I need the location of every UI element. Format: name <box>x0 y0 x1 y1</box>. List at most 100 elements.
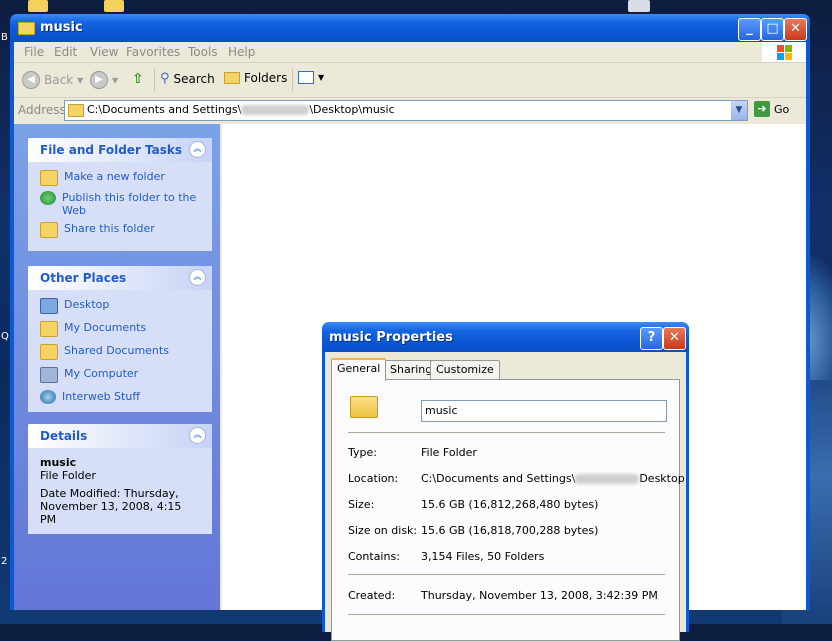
menu-edit[interactable]: Edit <box>54 45 77 59</box>
collapse-icon[interactable]: ︽ <box>189 141 206 158</box>
folders-button[interactable]: Folders <box>224 71 287 85</box>
details-panel: Details ︽ music File Folder Date Modifie… <box>28 424 212 534</box>
other-places-panel: Other Places ︽ Desktop My Documents Shar… <box>28 266 212 412</box>
folder-icon <box>350 396 378 418</box>
panel-header[interactable]: Details ︽ <box>28 424 212 448</box>
redacted-username <box>575 474 640 484</box>
redacted-username <box>241 105 310 115</box>
minimize-button[interactable]: _ <box>738 18 761 41</box>
my-documents-icon <box>40 321 58 337</box>
publish-folder-link[interactable]: Publish this folder to the Web <box>40 191 200 217</box>
go-arrow-icon: ➜ <box>754 101 770 117</box>
details-modified: Date Modified: Thursday, November 13, 20… <box>40 487 182 526</box>
dialog-title: music Properties <box>329 330 453 345</box>
row-label: Created: <box>348 589 396 602</box>
collapse-icon[interactable]: ︽ <box>189 269 206 286</box>
dialog-body: General Sharing Customize music Type: Fi… <box>325 352 686 641</box>
window-title: music <box>40 20 83 35</box>
address-path-prefix: C:\Documents and Settings\ <box>87 103 242 116</box>
place-my-computer[interactable]: My Computer <box>40 367 200 383</box>
panel-header[interactable]: File and Folder Tasks ︽ <box>28 138 212 162</box>
address-dropdown-button[interactable]: ▼ <box>731 101 747 120</box>
desktop-folder-icon[interactable] <box>104 0 124 12</box>
dropdown-arrow-icon: ▼ <box>318 73 325 82</box>
share-folder-icon <box>40 222 58 238</box>
address-path-suffix: \Desktop\music <box>309 103 395 116</box>
row-label: Size: <box>348 498 375 511</box>
dialog-titlebar[interactable]: music Properties ? ✕ <box>322 322 689 352</box>
folders-icon <box>224 72 240 84</box>
place-interweb-stuff[interactable]: Interweb Stuff <box>40 390 200 404</box>
row-label: Contains: <box>348 550 400 563</box>
collapse-icon[interactable]: ︽ <box>189 427 206 444</box>
search-icon: ⚲ <box>160 71 170 86</box>
new-folder-icon <box>40 170 58 186</box>
menu-help[interactable]: Help <box>228 45 255 59</box>
place-label: Shared Documents <box>64 344 169 357</box>
place-shared-documents[interactable]: Shared Documents <box>40 344 200 360</box>
my-computer-icon <box>40 367 58 383</box>
desktop-icon-label: 2 <box>1 556 8 567</box>
menu-bar: File Edit View Favorites Tools Help <box>14 42 806 63</box>
place-label: Desktop <box>64 298 110 311</box>
address-bar: Address C:\Documents and Settings\ \Deskt… <box>14 98 806 122</box>
panel-title: Details <box>40 429 88 443</box>
help-button[interactable]: ? <box>640 327 663 350</box>
general-tab-page: music Type: File Folder Location: C:\Doc… <box>331 379 685 641</box>
windows-logo-icon <box>762 42 806 62</box>
up-folder-button[interactable]: ⇧ <box>132 71 144 87</box>
dropdown-arrow-icon: ▼ <box>112 75 119 85</box>
search-button[interactable]: ⚲ Search <box>160 71 215 86</box>
task-label: Share this folder <box>64 222 155 235</box>
desktop-icon-label: B <box>1 32 8 43</box>
desktop-recycle-icon[interactable] <box>628 0 650 12</box>
task-pane: File and Folder Tasks ︽ Make a new folde… <box>14 124 220 610</box>
divider <box>348 432 665 433</box>
desktop-folder-icon[interactable] <box>28 0 48 12</box>
details-type: File Folder <box>40 469 96 482</box>
back-button[interactable]: ◀ Back ▼ <box>22 71 83 89</box>
tab-customize[interactable]: Customize <box>430 360 500 379</box>
row-value: 3,154 Files, 50 Folders <box>421 550 545 563</box>
menu-file[interactable]: File <box>24 45 44 59</box>
tab-general[interactable]: General <box>331 358 387 381</box>
folder-name-input[interactable]: music <box>421 400 667 422</box>
properties-dialog: music Properties ? ✕ General Sharing Cus… <box>322 322 689 641</box>
up-folder-icon: ⇧ <box>132 71 144 87</box>
shared-documents-icon <box>40 344 58 360</box>
menu-tools[interactable]: Tools <box>188 45 218 59</box>
menu-favorites[interactable]: Favorites <box>126 45 180 59</box>
standard-toolbar: ◀ Back ▼ ▶ ▼ ⇧ ⚲ Search Folders ▼ <box>14 63 806 98</box>
views-button[interactable]: ▼ <box>298 71 324 84</box>
row-label: Type: <box>348 446 377 459</box>
views-icon <box>298 71 314 84</box>
address-input[interactable]: C:\Documents and Settings\ \Desktop\music… <box>64 100 748 121</box>
maximize-button[interactable]: □ <box>761 18 784 41</box>
task-label: Publish this folder to the Web <box>62 191 197 217</box>
desktop-icon-label: Q <box>1 331 9 342</box>
close-button[interactable]: ✕ <box>784 18 807 41</box>
go-button[interactable]: ➜ Go <box>754 101 789 117</box>
panel-header[interactable]: Other Places ︽ <box>28 266 212 290</box>
forward-button[interactable]: ▶ ▼ <box>90 71 118 89</box>
place-my-documents[interactable]: My Documents <box>40 321 200 337</box>
make-new-folder-link[interactable]: Make a new folder <box>40 170 200 186</box>
window-titlebar[interactable]: music _ □ ✕ <box>10 14 810 42</box>
row-value: File Folder <box>421 446 477 459</box>
menu-view[interactable]: View <box>90 45 118 59</box>
dialog-close-button[interactable]: ✕ <box>663 327 686 350</box>
divider <box>348 574 665 575</box>
address-label: Address <box>18 103 66 117</box>
share-folder-link[interactable]: Share this folder <box>40 222 200 238</box>
toolbar-separator <box>154 69 155 91</box>
place-label: My Documents <box>64 321 147 334</box>
place-desktop[interactable]: Desktop <box>40 298 200 314</box>
task-label: Make a new folder <box>64 170 165 183</box>
folder-icon <box>68 104 84 117</box>
network-globe-icon <box>40 390 56 404</box>
toolbar-separator <box>292 69 293 91</box>
folders-label: Folders <box>244 71 288 85</box>
row-value: Thursday, November 13, 2008, 3:42:39 PM <box>421 589 658 602</box>
search-label: Search <box>173 71 215 86</box>
dropdown-arrow-icon: ▼ <box>77 75 84 85</box>
